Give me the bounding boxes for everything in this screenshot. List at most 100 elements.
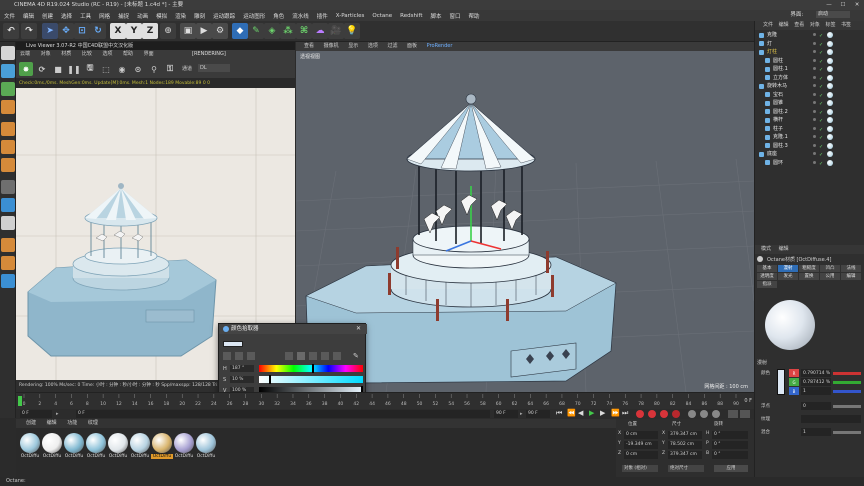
points-mode-icon[interactable] <box>1 122 15 136</box>
rotation-field[interactable]: 0 ° <box>712 451 748 459</box>
material-swatch[interactable] <box>20 433 40 453</box>
visibility-dot[interactable] <box>813 84 816 87</box>
record-icon[interactable] <box>636 410 644 418</box>
menu-item-redshift[interactable]: Redshift <box>400 13 422 19</box>
object-row[interactable]: 灯 ✓ <box>755 40 864 48</box>
attribute-tab[interactable]: 发光 <box>778 273 798 280</box>
vp-menu-panel[interactable]: 面板 <box>407 43 417 49</box>
g-slider[interactable] <box>833 381 861 384</box>
auto-key-icon[interactable] <box>648 410 656 418</box>
attribute-tab[interactable]: 基本 <box>757 265 777 272</box>
float-value-field[interactable]: 0 <box>801 402 831 410</box>
object-row[interactable]: 圆锥 ✓ <box>755 99 864 107</box>
object-name[interactable]: 克隆.1 <box>773 133 788 141</box>
object-row[interactable]: 旋转木马 ✓ <box>755 82 864 90</box>
attribute-tab[interactable]: 凹凸 <box>820 265 840 272</box>
swatches-icon[interactable] <box>333 352 341 360</box>
paint-icon[interactable] <box>1 238 15 252</box>
prev-frame-icon[interactable]: ◀ <box>578 409 583 417</box>
menu-item-pipeline[interactable]: 流水线 <box>292 12 309 20</box>
attribute-tab[interactable]: 法线 <box>841 265 861 272</box>
material-tag-icon[interactable] <box>827 142 833 149</box>
object-name[interactable]: 圆柱.3 <box>773 142 788 150</box>
rotate-tool-icon[interactable]: ↻ <box>90 23 106 39</box>
material-label[interactable]: OctDiffu <box>107 454 129 459</box>
size-mode-select[interactable]: 绝对尺寸 <box>668 465 704 472</box>
z-axis-button[interactable]: Z <box>142 23 158 39</box>
menu-item-octane[interactable]: Octane <box>372 13 392 19</box>
object-row[interactable]: 克隆.1 ✓ <box>755 133 864 141</box>
material-tag-icon[interactable] <box>827 151 833 157</box>
lv-menu-compare[interactable]: 比较 <box>82 51 92 57</box>
enabled-check-icon[interactable]: ✓ <box>819 160 823 168</box>
coord-mode-select[interactable]: 对象 (相对) <box>622 465 658 472</box>
visibility-dot[interactable] <box>813 160 816 164</box>
render-view-icon[interactable]: ▶ <box>196 23 212 39</box>
object-name[interactable]: 宝石 <box>773 91 783 99</box>
axis-mode-icon[interactable] <box>1 180 15 194</box>
end-frame-field-2[interactable]: 90 F <box>526 410 550 418</box>
eyedropper-icon[interactable]: ✎ <box>353 352 361 360</box>
spectrum-icon[interactable] <box>235 352 243 360</box>
rotation-field[interactable]: 0 ° <box>712 441 748 449</box>
menu-item-help[interactable]: 帮助 <box>469 12 480 20</box>
maximize-button[interactable]: ☐ <box>836 0 850 10</box>
grid-icon[interactable] <box>1 274 15 288</box>
attribute-tab[interactable]: 置换 <box>799 273 819 280</box>
menu-item-mograph[interactable]: 运动图形 <box>243 12 265 20</box>
rgb-mode-icon[interactable] <box>285 352 293 360</box>
hue-slider-handle[interactable] <box>312 364 314 373</box>
chevron-right-icon[interactable]: ▸ <box>56 411 59 417</box>
start-frame-field[interactable]: 0 F <box>20 410 52 418</box>
obj-menu-file[interactable]: 文件 <box>763 22 773 28</box>
material-tag-icon[interactable] <box>827 108 833 115</box>
object-row[interactable]: 圆柱.1 ✓ <box>755 65 864 73</box>
menu-item-plugins[interactable]: 插件 <box>317 12 328 20</box>
render-region-icon[interactable]: ▣ <box>180 23 196 39</box>
apply-button[interactable]: 应用 <box>714 465 748 472</box>
region-render-icon[interactable]: ⬚ <box>99 62 113 76</box>
menu-item-simulate[interactable]: 模拟 <box>156 12 167 20</box>
object-name[interactable]: 立方体 <box>773 74 788 82</box>
snap-icon[interactable] <box>1 198 15 212</box>
vp-menu-filter[interactable]: 过滤 <box>387 43 397 49</box>
color-wheel-icon[interactable] <box>223 352 231 360</box>
saturation-field[interactable]: 10 % <box>230 376 254 383</box>
saturation-slider-handle[interactable] <box>269 375 271 384</box>
position-field[interactable]: 0 cm <box>624 451 658 459</box>
menu-item-snap[interactable]: 捕捉 <box>118 12 129 20</box>
visibility-dot[interactable] <box>813 152 816 155</box>
edges-mode-icon[interactable] <box>1 140 15 154</box>
move-tool-icon[interactable]: ✥ <box>58 23 74 39</box>
mixing-icon[interactable] <box>321 352 329 360</box>
keyframe-selection-icon[interactable] <box>660 410 668 418</box>
object-row[interactable]: 底座 ✓ <box>755 150 864 158</box>
attr-mode-label[interactable]: 模式 <box>761 246 771 252</box>
material-tag-icon[interactable] <box>827 134 833 140</box>
scale-tool-icon[interactable]: ⊡ <box>74 23 90 39</box>
close-icon[interactable]: ✕ <box>356 325 361 332</box>
object-row[interactable]: 柱子 ✓ <box>755 125 864 133</box>
material-label[interactable]: OctDiffu <box>63 454 85 459</box>
focus-picker-icon[interactable]: ⊙ <box>131 62 145 76</box>
material-tag-icon[interactable] <box>827 100 833 106</box>
object-name[interactable]: 旋转木马 <box>767 82 787 90</box>
vp-menu-prorender[interactable]: ProRender <box>427 43 453 49</box>
light-icon[interactable]: 💡 <box>344 23 360 39</box>
object-name[interactable]: 灯 <box>767 40 772 48</box>
restart-render-icon[interactable]: ⟳ <box>35 62 49 76</box>
object-row[interactable]: 克隆 ✓ <box>755 31 864 39</box>
layout-selector[interactable]: 界面: 启动 <box>790 10 858 21</box>
obj-menu-bookmarks[interactable]: 书签 <box>841 22 851 28</box>
material-swatch[interactable] <box>130 433 150 453</box>
material-tag-icon[interactable] <box>827 125 833 132</box>
material-tag-icon[interactable] <box>827 66 833 72</box>
object-row[interactable]: 圆柱.2 ✓ <box>755 108 864 116</box>
pause-render-icon[interactable]: ❚❚ <box>67 62 81 76</box>
chevron-right-icon[interactable]: ▸ <box>520 411 523 417</box>
material-tag-icon[interactable] <box>827 74 833 81</box>
object-name[interactable]: 克隆 <box>767 31 777 39</box>
menu-item-script[interactable]: 脚本 <box>431 12 442 20</box>
material-swatch[interactable] <box>42 433 62 453</box>
hue-field[interactable]: 187 ° <box>230 365 254 372</box>
